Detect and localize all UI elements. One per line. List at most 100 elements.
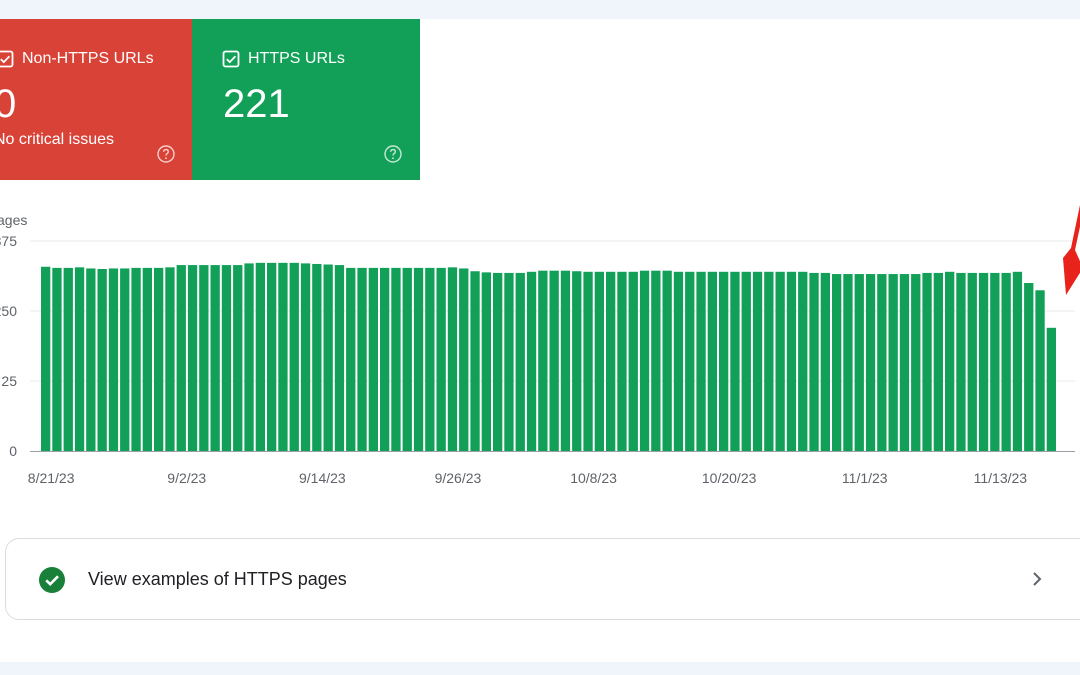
bar <box>436 267 446 451</box>
bar <box>267 262 277 451</box>
top-band <box>0 0 1080 19</box>
checkbox-icon[interactable] <box>0 50 14 68</box>
bar <box>538 270 548 451</box>
bar <box>786 271 797 451</box>
bar <box>854 274 864 451</box>
bar <box>526 271 537 451</box>
bar <box>199 265 209 451</box>
x-tick-label: 9/26/23 <box>435 470 482 486</box>
x-tick-label: 11/1/23 <box>842 470 888 486</box>
bar <box>481 272 491 451</box>
x-tick-label: 8/21/23 <box>28 470 75 486</box>
bar <box>233 265 243 451</box>
bar <box>696 271 706 451</box>
bar <box>41 266 51 451</box>
bar <box>504 272 514 451</box>
bar <box>515 272 525 451</box>
help-icon[interactable] <box>156 144 176 164</box>
bar <box>447 267 458 451</box>
bar <box>300 263 311 451</box>
bar <box>357 267 367 451</box>
bar <box>628 271 638 451</box>
bar <box>334 265 345 451</box>
bar <box>685 271 695 451</box>
bar <box>1012 271 1023 451</box>
bar <box>662 270 672 451</box>
bar <box>425 267 435 451</box>
view-examples-label: View examples of HTTPS pages <box>88 569 347 589</box>
bottom-band <box>0 662 1080 675</box>
bar <box>187 265 198 451</box>
bar <box>877 274 887 451</box>
bar <box>346 267 356 451</box>
bar <box>120 268 130 451</box>
bar <box>673 271 684 451</box>
https-card[interactable]: HTTPS URLs 221 <box>192 19 420 180</box>
bar <box>730 271 740 451</box>
non-https-subtitle: No critical issues <box>0 131 115 148</box>
bar <box>843 274 853 451</box>
bar <box>52 267 62 451</box>
bar <box>323 264 333 451</box>
bar <box>945 271 955 451</box>
https-label: HTTPS URLs <box>248 50 345 67</box>
non-https-card[interactable]: Non-HTTPS URLs 0 No critical issues <box>0 19 192 180</box>
bar <box>617 271 627 451</box>
check-circle-icon <box>39 567 65 593</box>
chevron-right-icon[interactable] <box>1026 568 1048 590</box>
bar <box>312 263 322 451</box>
view-examples-row[interactable]: View examples of HTTPS pages <box>5 538 1080 620</box>
bar <box>752 271 763 451</box>
bar <box>108 268 119 451</box>
bar <box>289 262 299 451</box>
bar <box>413 267 424 451</box>
bar <box>583 271 593 451</box>
bar <box>899 274 910 451</box>
bar <box>1024 283 1034 451</box>
bar <box>63 267 73 451</box>
bar <box>809 272 819 451</box>
bar <box>865 274 876 451</box>
x-tick-label: 11/13/23 <box>974 470 1028 486</box>
https-pages-chart: ages3752502508/21/239/2/239/14/239/26/23… <box>0 205 1080 486</box>
y-tick-label: 25 <box>1 373 17 389</box>
x-tick-label: 9/2/23 <box>167 470 206 486</box>
bar <box>560 270 571 451</box>
bar <box>922 272 932 451</box>
bar <box>651 270 661 451</box>
y-tick-label: 375 <box>0 233 17 249</box>
bar <box>606 271 616 451</box>
bar <box>764 271 774 451</box>
bar <box>74 267 85 451</box>
help-icon[interactable] <box>383 144 403 164</box>
bar <box>391 267 401 451</box>
bar <box>933 272 943 451</box>
bar <box>142 267 152 451</box>
non-https-count: 0 <box>0 82 17 126</box>
bar <box>86 268 96 451</box>
non-https-label: Non-HTTPS URLs <box>22 50 154 67</box>
y-tick-label: 250 <box>0 303 17 319</box>
checkbox-icon[interactable] <box>222 50 240 68</box>
y-axis-label: ages <box>0 212 27 228</box>
bar <box>255 262 265 451</box>
annotation-arrow <box>1063 205 1080 295</box>
bar <box>1001 272 1011 451</box>
bar <box>967 272 977 451</box>
https-count: 221 <box>223 82 290 126</box>
bar <box>639 270 650 451</box>
bar <box>165 267 175 451</box>
bar <box>176 265 186 451</box>
bar <box>368 267 378 451</box>
bar <box>1035 290 1045 451</box>
bar <box>820 272 830 451</box>
bar <box>798 271 808 451</box>
bar <box>707 271 717 451</box>
x-tick-label: 10/20/23 <box>702 470 757 486</box>
x-tick-label: 9/14/23 <box>299 470 346 486</box>
bar <box>402 267 412 451</box>
y-tick-label: 0 <box>9 443 17 459</box>
bar <box>380 267 390 451</box>
bar <box>221 265 232 451</box>
bar <box>278 262 288 451</box>
